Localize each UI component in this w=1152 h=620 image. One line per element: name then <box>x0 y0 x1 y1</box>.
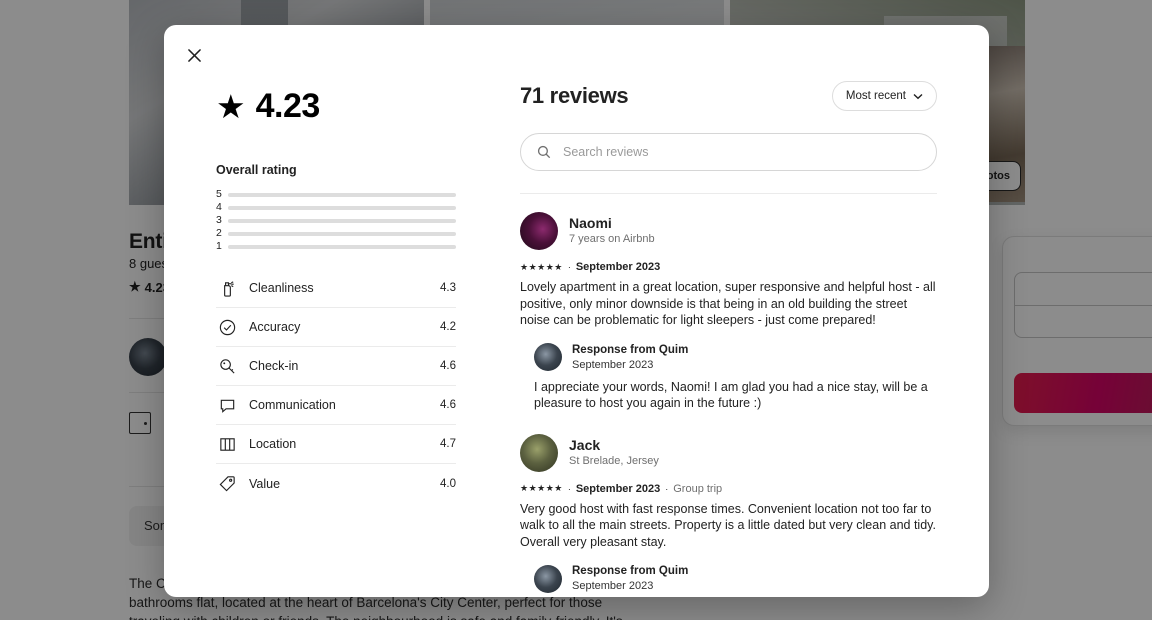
category-label: Value <box>249 476 281 491</box>
reviewer-header: Jack St Brelade, Jersey <box>520 433 937 472</box>
spray-bottle-icon <box>216 277 238 299</box>
category-value: 4.3 <box>440 282 456 294</box>
rating-stars: ★★★★★ <box>520 483 563 493</box>
category-label: Location <box>249 437 297 451</box>
overall-rating-display: ★ 4.23 <box>216 87 506 126</box>
reviews-count: 71 reviews <box>520 83 629 108</box>
host-response-name: Response from Quim <box>572 343 689 356</box>
review-item: Jack St Brelade, Jersey ★★★★★ · Septembe… <box>520 433 937 598</box>
check-circle-icon <box>216 316 238 338</box>
rating-distribution: 5 4 3 2 1 <box>216 188 456 253</box>
overall-rating-heading: Overall rating <box>216 163 297 177</box>
overall-rating-value: 4.23 <box>255 87 321 125</box>
distribution-stars: 4 <box>216 201 222 214</box>
host-response-name: Response from Quim <box>572 565 689 577</box>
review-item: Naomi 7 years on Airbnb ★★★★★ · Septembe… <box>520 212 937 412</box>
reviews-list: Naomi 7 years on Airbnb ★★★★★ · Septembe… <box>520 193 937 597</box>
sort-dropdown-label: Most recent <box>845 90 906 102</box>
distribution-track <box>228 218 456 223</box>
rating-stars: ★★★★★ <box>520 261 563 272</box>
category-value: 4.6 <box>440 399 456 411</box>
tag-icon <box>216 473 238 495</box>
distribution-track <box>228 205 456 210</box>
distribution-row: 2 <box>216 227 456 240</box>
host-avatar <box>534 564 562 593</box>
rating-summary-panel: ★ 4.23 Overall rating 5 4 3 2 1 Cleanlin… <box>164 81 506 597</box>
search-icon <box>537 145 551 159</box>
category-value: 4.7 <box>440 438 456 450</box>
review-date: September 2023 <box>575 261 661 273</box>
reviewer-meta: 7 years on Airbnb <box>569 233 655 245</box>
distribution-stars: 1 <box>216 240 222 253</box>
host-response-date: September 2023 <box>572 580 654 592</box>
reviewer-name: Naomi <box>569 215 612 231</box>
category-label: Check-in <box>249 359 299 373</box>
category-row-accuracy: Accuracy 4.2 <box>216 308 456 347</box>
reviews-panel: 71 reviews Most recent Search reviews Na… <box>520 81 989 597</box>
meta-separator: · <box>665 483 669 494</box>
category-row-value: Value 4.0 <box>216 464 456 503</box>
host-response-header: Response from Quim September 2023 <box>534 564 937 593</box>
category-row-communication: Communication 4.6 <box>216 386 456 425</box>
distribution-track <box>228 244 456 249</box>
category-row-cleanliness: Cleanliness 4.3 <box>216 269 456 308</box>
review-trip-type: Group trip <box>673 482 723 495</box>
close-icon[interactable] <box>178 39 210 71</box>
distribution-stars: 3 <box>216 214 222 227</box>
distribution-stars: 5 <box>216 188 222 201</box>
distribution-row: 3 <box>216 214 456 227</box>
host-response-header: Response from Quim September 2023 <box>534 343 937 372</box>
category-value: 4.0 <box>440 477 456 490</box>
category-row-checkin: Check-in 4.6 <box>216 347 456 386</box>
review-text: Lovely apartment in a great location, su… <box>520 280 936 327</box>
distribution-row: 1 <box>216 240 456 253</box>
category-value: 4.6 <box>440 360 456 372</box>
distribution-row: 5 <box>216 188 456 201</box>
distribution-track <box>228 231 456 236</box>
map-icon <box>216 433 238 455</box>
distribution-track <box>228 192 456 197</box>
review-date: September 2023 <box>575 482 661 495</box>
review-meta-row: ★★★★★ · September 2023 · Group trip <box>520 483 937 495</box>
category-label: Communication <box>249 398 336 412</box>
reviewer-header: Naomi 7 years on Airbnb <box>520 212 937 250</box>
chevron-down-icon <box>913 93 923 100</box>
host-response-text: I appreciate your words, Naomi! I am gla… <box>534 379 928 411</box>
meta-separator: · <box>567 262 571 272</box>
sort-dropdown[interactable]: Most recent <box>831 81 937 111</box>
search-input[interactable] <box>561 144 920 160</box>
reviewer-avatar <box>520 433 558 472</box>
search-reviews-field[interactable] <box>520 133 937 171</box>
reviews-modal: ★ 4.23 Overall rating 5 4 3 2 1 Cleanlin… <box>164 25 989 597</box>
reviewer-name: Jack <box>569 436 601 453</box>
category-ratings: Cleanliness 4.3 Accuracy 4.2 Check-in 4.… <box>216 269 456 503</box>
distribution-stars: 2 <box>216 227 222 240</box>
star-icon: ★ <box>216 88 246 125</box>
distribution-row: 4 <box>216 201 456 214</box>
host-response: Response from Quim September 2023 I real… <box>534 564 937 597</box>
host-response-date: September 2023 <box>572 358 654 371</box>
category-label: Accuracy <box>249 320 301 334</box>
key-icon <box>216 355 238 377</box>
host-avatar <box>534 343 562 371</box>
review-text: Very good host with fast response times.… <box>520 501 936 549</box>
reviewer-meta: St Brelade, Jersey <box>569 454 659 467</box>
host-response: Response from Quim September 2023 I appr… <box>534 343 937 412</box>
category-value: 4.2 <box>440 321 456 333</box>
meta-separator: · <box>567 483 571 494</box>
reviews-header: 71 reviews Most recent <box>520 81 937 111</box>
speech-bubble-icon <box>216 394 238 416</box>
review-meta-row: ★★★★★ · September 2023 <box>520 261 937 273</box>
reviewer-avatar <box>520 212 558 250</box>
category-label: Cleanliness <box>249 281 314 295</box>
category-row-location: Location 4.7 <box>216 425 456 464</box>
page-root: Show all photos Entire rental unit in Ba… <box>0 0 1152 620</box>
